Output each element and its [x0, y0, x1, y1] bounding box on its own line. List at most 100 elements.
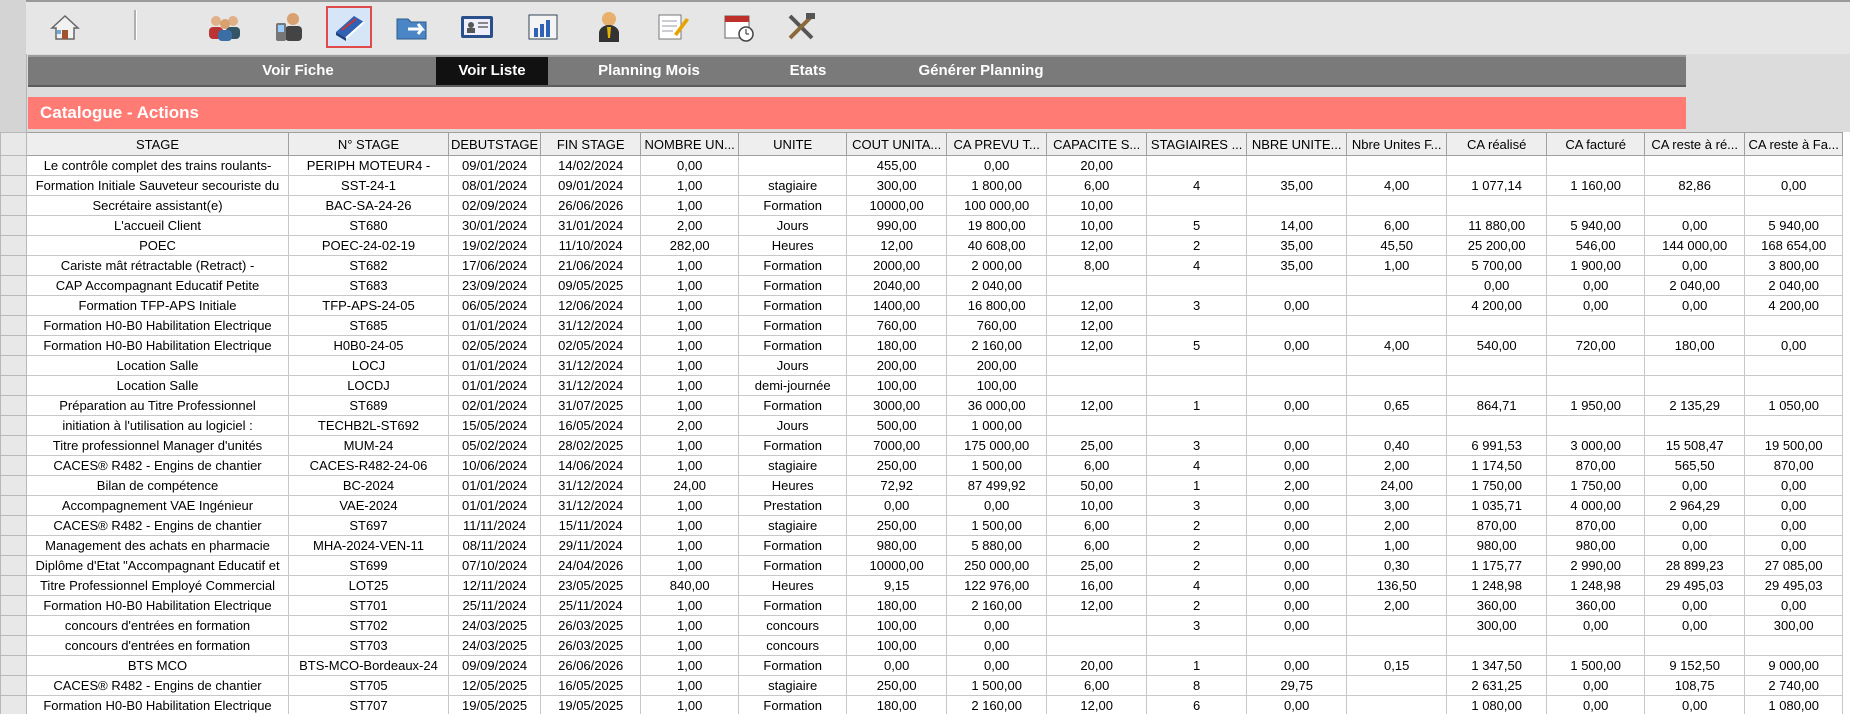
table-row[interactable]: Accompagnement VAE Ingénieur VAE-2024 01/0…	[0, 495, 1844, 516]
table-cell[interactable]: 0,00	[846, 655, 948, 676]
table-cell[interactable]: 2 135,29	[1644, 395, 1746, 416]
table-cell[interactable]: 300,00	[846, 175, 948, 196]
nav-etats[interactable]: Etats	[766, 57, 850, 85]
table-cell[interactable]: 870,00	[1546, 455, 1646, 476]
table-cell[interactable]: TECHB2L-ST692	[288, 415, 449, 436]
table-cell[interactable]: 0,00	[1644, 535, 1746, 556]
column-header[interactable]: N° STAGE	[288, 132, 449, 156]
table-cell[interactable]: 30/01/2024	[447, 215, 542, 236]
table-cell[interactable]: 2040,00	[846, 275, 948, 296]
table-cell[interactable]: 1400,00	[846, 295, 948, 316]
table-cell[interactable]: CACES® R482 - Engins de chantier	[26, 455, 289, 476]
table-cell[interactable]: 100,00	[946, 375, 1048, 396]
table-cell[interactable]: 4,00	[1346, 175, 1448, 196]
table-cell[interactable]: Formation	[738, 695, 848, 714]
table-cell[interactable]: 1,00	[1346, 255, 1448, 276]
users-icon[interactable]	[202, 6, 248, 48]
table-cell[interactable]: 1,00	[640, 515, 740, 536]
table-cell[interactable]	[1744, 375, 1844, 396]
table-cell[interactable]	[1046, 275, 1148, 296]
table-cell[interactable]: 2,00	[640, 215, 740, 236]
table-cell[interactable]	[1346, 315, 1448, 336]
table-cell[interactable]: 1 080,00	[1446, 695, 1548, 714]
table-cell[interactable]: 12,00	[846, 235, 948, 256]
table-cell[interactable]: 35,00	[1246, 235, 1348, 256]
table-cell[interactable]: Location Salle	[26, 355, 289, 376]
table-cell[interactable]: 864,71	[1446, 395, 1548, 416]
row-selector[interactable]	[0, 315, 27, 336]
table-cell[interactable]: Formation	[738, 275, 848, 296]
table-row[interactable]: Formation H0-B0 Habilitation Electrique S…	[0, 695, 1844, 714]
table-cell[interactable]: 144 000,00	[1644, 235, 1746, 256]
column-header[interactable]: FIN STAGE	[540, 132, 642, 156]
table-row[interactable]: Formation H0-B0 Habilitation Electrique H…	[0, 335, 1844, 356]
table-cell[interactable]: 26/06/2026	[540, 195, 642, 216]
table-cell[interactable]: 2,00	[640, 415, 740, 436]
table-cell[interactable]: 12/05/2025	[447, 675, 542, 696]
row-selector[interactable]	[0, 575, 27, 596]
table-cell[interactable]	[1644, 355, 1746, 376]
table-cell[interactable]: Formation	[738, 335, 848, 356]
table-cell[interactable]: 1 800,00	[946, 175, 1048, 196]
table-cell[interactable]: 16/05/2025	[540, 675, 642, 696]
table-row[interactable]: Management des achats en pharmacie MHA-20…	[0, 535, 1844, 556]
table-cell[interactable]: 3	[1146, 615, 1248, 636]
table-cell[interactable]: 0,30	[1346, 555, 1448, 576]
table-cell[interactable]: 10,00	[1046, 495, 1148, 516]
table-cell[interactable]: 180,00	[1644, 335, 1746, 356]
table-cell[interactable]: 01/01/2024	[447, 355, 542, 376]
table-cell[interactable]: Formation H0-B0 Habilitation Electrique	[26, 595, 289, 616]
table-cell[interactable]: stagiaire	[738, 675, 848, 696]
table-cell[interactable]: 0,00	[1246, 555, 1348, 576]
table-cell[interactable]: CAP Accompagnant Educatif Petite	[26, 275, 289, 296]
table-cell[interactable]: 40 608,00	[946, 235, 1048, 256]
table-cell[interactable]: 760,00	[846, 315, 948, 336]
table-cell[interactable]: 2 631,25	[1446, 675, 1548, 696]
table-cell[interactable]	[1146, 275, 1248, 296]
table-cell[interactable]	[1246, 375, 1348, 396]
table-cell[interactable]: 0,00	[1246, 515, 1348, 536]
table-cell[interactable]: 87 499,92	[946, 475, 1048, 496]
table-cell[interactable]: 1,00	[640, 355, 740, 376]
table-cell[interactable]: 25/11/2024	[540, 595, 642, 616]
table-cell[interactable]: 3000,00	[846, 395, 948, 416]
row-selector[interactable]	[0, 615, 27, 636]
table-row[interactable]: CACES® R482 - Engins de chantier ST697 11/…	[0, 515, 1844, 536]
table-cell[interactable]: LOT25	[288, 575, 449, 596]
table-cell[interactable]: 1 160,00	[1546, 175, 1646, 196]
table-cell[interactable]: 3	[1146, 495, 1248, 516]
table-cell[interactable]	[1446, 635, 1548, 656]
table-cell[interactable]: 36 000,00	[946, 395, 1048, 416]
table-cell[interactable]	[1046, 615, 1148, 636]
table-cell[interactable]: 0,00	[1644, 215, 1746, 236]
table-cell[interactable]: 6,00	[1046, 535, 1148, 556]
table-cell[interactable]: 20,00	[1046, 655, 1148, 676]
table-cell[interactable]: 4 200,00	[1446, 295, 1548, 316]
table-cell[interactable]: ST702	[288, 615, 449, 636]
table-cell[interactable]: 200,00	[946, 355, 1048, 376]
table-cell[interactable]: 10,00	[1046, 215, 1148, 236]
table-cell[interactable]: 3	[1146, 435, 1248, 456]
table-cell[interactable]: 0,00	[1546, 275, 1646, 296]
table-cell[interactable]: 9,15	[846, 575, 948, 596]
table-cell[interactable]: 4 000,00	[1546, 495, 1646, 516]
table-row[interactable]: Diplôme d'Etat "Accompagnant Educatif et…	[0, 555, 1844, 576]
table-cell[interactable]: 2 160,00	[946, 335, 1048, 356]
table-cell[interactable]: 9 152,50	[1644, 655, 1746, 676]
table-cell[interactable]: 23/09/2024	[447, 275, 542, 296]
table-cell[interactable]: Bilan de compétence	[26, 475, 289, 496]
row-selector[interactable]	[0, 195, 27, 216]
table-cell[interactable]: 35,00	[1246, 175, 1348, 196]
table-cell[interactable]: 07/10/2024	[447, 555, 542, 576]
table-cell[interactable]: 0,00	[1246, 455, 1348, 476]
table-cell[interactable]: Cariste mât rétractable (Retract) -	[26, 255, 289, 276]
table-cell[interactable]: Formation H0-B0 Habilitation Electrique	[26, 335, 289, 356]
table-cell[interactable]: 35,00	[1246, 255, 1348, 276]
table-cell[interactable]: 1 750,00	[1446, 475, 1548, 496]
row-selector[interactable]	[0, 675, 27, 696]
table-cell[interactable]: 1	[1146, 655, 1248, 676]
table-cell[interactable]: 100,00	[846, 375, 948, 396]
table-cell[interactable]: 1,00	[640, 335, 740, 356]
table-cell[interactable]: Formation H0-B0 Habilitation Electrique	[26, 315, 289, 336]
table-cell[interactable]: 1 035,71	[1446, 495, 1548, 516]
